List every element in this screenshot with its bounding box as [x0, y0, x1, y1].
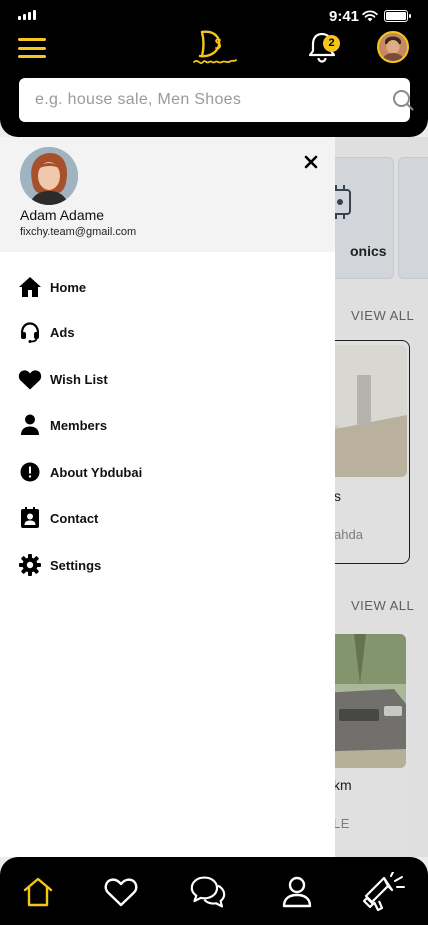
drawer-item-label: Ads	[50, 324, 75, 340]
view-all-link[interactable]: VIEW ALL	[351, 308, 414, 323]
menu-button[interactable]	[18, 38, 46, 58]
nav-home-button[interactable]	[20, 874, 56, 910]
drawer-item-home[interactable]: Home	[18, 271, 318, 303]
brand-logo	[193, 30, 237, 65]
wifi-icon	[362, 10, 378, 22]
view-all-link[interactable]: VIEW ALL	[351, 598, 414, 613]
heart-icon	[18, 367, 42, 391]
drawer-item-about[interactable]: About Ybdubai	[18, 456, 318, 488]
heart-icon	[104, 878, 138, 907]
close-icon[interactable]	[303, 154, 319, 170]
drawer-item-settings[interactable]: Settings	[18, 549, 318, 581]
notification-badge: 2	[323, 35, 340, 52]
avatar[interactable]	[20, 147, 78, 205]
drawer-item-label: Wish List	[50, 371, 108, 387]
ad-tag: LE	[333, 816, 350, 831]
app-screen: 9:41 2 e.g. house sale, Men Shoes onics …	[0, 0, 428, 925]
category-label: onics	[350, 243, 387, 259]
ad-title: km	[333, 777, 352, 793]
drawer-item-label: About Ybdubai	[50, 464, 143, 480]
chat-icon	[190, 876, 226, 908]
nav-post-ad-button[interactable]	[362, 872, 406, 912]
info-icon	[18, 460, 42, 484]
drawer-profile: Adam Adame fixchy.team@gmail.com	[0, 137, 335, 252]
nav-profile-button[interactable]	[279, 874, 315, 910]
drawer-item-members[interactable]: Members	[18, 409, 318, 441]
drawer-item-wish-list[interactable]: Wish List	[18, 363, 318, 395]
ad-location: ahda	[334, 527, 363, 542]
profile-icon	[282, 876, 312, 908]
gear-icon	[18, 553, 42, 577]
drawer-item-label: Settings	[50, 557, 102, 573]
ad-title: s	[334, 488, 341, 504]
user-name: Adam Adame	[20, 207, 105, 223]
search-icon[interactable]	[392, 89, 414, 111]
person-icon	[18, 413, 42, 437]
search-bar	[19, 78, 414, 122]
signal-icon	[18, 10, 36, 20]
home-icon	[23, 877, 53, 907]
home-icon	[18, 275, 42, 299]
drawer-item-label: Home	[50, 279, 87, 295]
nav-wishlist-button[interactable]	[103, 874, 139, 910]
drawer-item-ads[interactable]: Ads	[18, 316, 318, 348]
drawer-item-label: Members	[50, 417, 108, 433]
app-header: 9:41 2	[0, 0, 428, 137]
battery-icon	[384, 10, 411, 22]
category-card[interactable]	[398, 157, 428, 279]
drawer-item-contact[interactable]: Contact	[18, 502, 318, 534]
headset-icon	[18, 320, 42, 344]
user-email: fixchy.team@gmail.com	[20, 226, 137, 238]
drawer-item-label: Contact	[50, 510, 99, 526]
megaphone-icon	[362, 872, 405, 912]
side-drawer: Adam Adame fixchy.team@gmail.com Home Ad…	[0, 137, 335, 857]
search-input[interactable]	[35, 78, 365, 122]
header-avatar[interactable]	[377, 31, 409, 63]
bottom-nav	[0, 857, 428, 925]
nav-chat-button[interactable]	[190, 874, 226, 910]
contact-icon	[18, 506, 42, 530]
status-time: 9:41	[329, 8, 360, 25]
